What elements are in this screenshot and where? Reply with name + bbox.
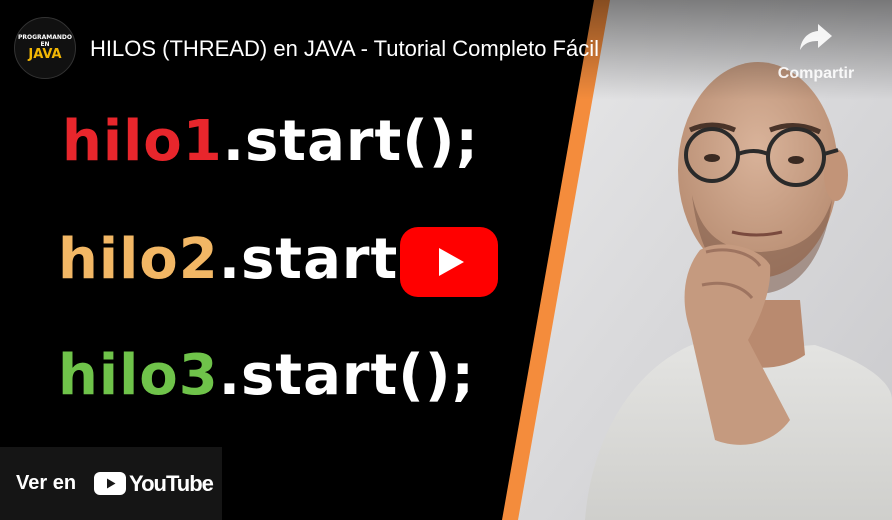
code-method: .start( [218,227,425,292]
share-button[interactable]: Compartir [768,22,864,83]
channel-avatar[interactable]: PROGRAMANDO EN JAVA [14,17,76,79]
code-method: .start(); [218,343,475,408]
code-variable: hilo2 [58,227,219,292]
embedded-video-player[interactable]: hilo1.start(); hilo2.start( hilo3.start(… [0,0,892,520]
thumbnail-code-line-2: hilo2.start( [58,232,618,288]
share-arrow-icon [798,22,834,57]
avatar-text-line-1: PROGRAMANDO [17,34,73,41]
video-title-link[interactable]: HILOS (THREAD) en JAVA - Tutorial Comple… [90,36,599,62]
code-variable: hilo3 [58,343,219,408]
thumbnail-code-line-1: hilo1.start(); [62,114,622,170]
share-label: Compartir [777,65,855,82]
play-button[interactable] [400,227,498,297]
watch-on-label: Ver en [16,472,77,494]
youtube-logo-icon [94,472,127,495]
youtube-wordmark: YouTube [129,470,214,496]
code-method: .start(); [222,109,479,174]
code-variable: hilo1 [62,109,223,174]
play-icon [400,227,498,297]
youtube-logo: YouTube [94,470,214,497]
avatar-text-line-3: JAVA [28,47,62,62]
watch-on-youtube-button[interactable]: Ver en YouTube [0,447,222,520]
thumbnail-code-line-3: hilo3.start(); [58,348,618,404]
